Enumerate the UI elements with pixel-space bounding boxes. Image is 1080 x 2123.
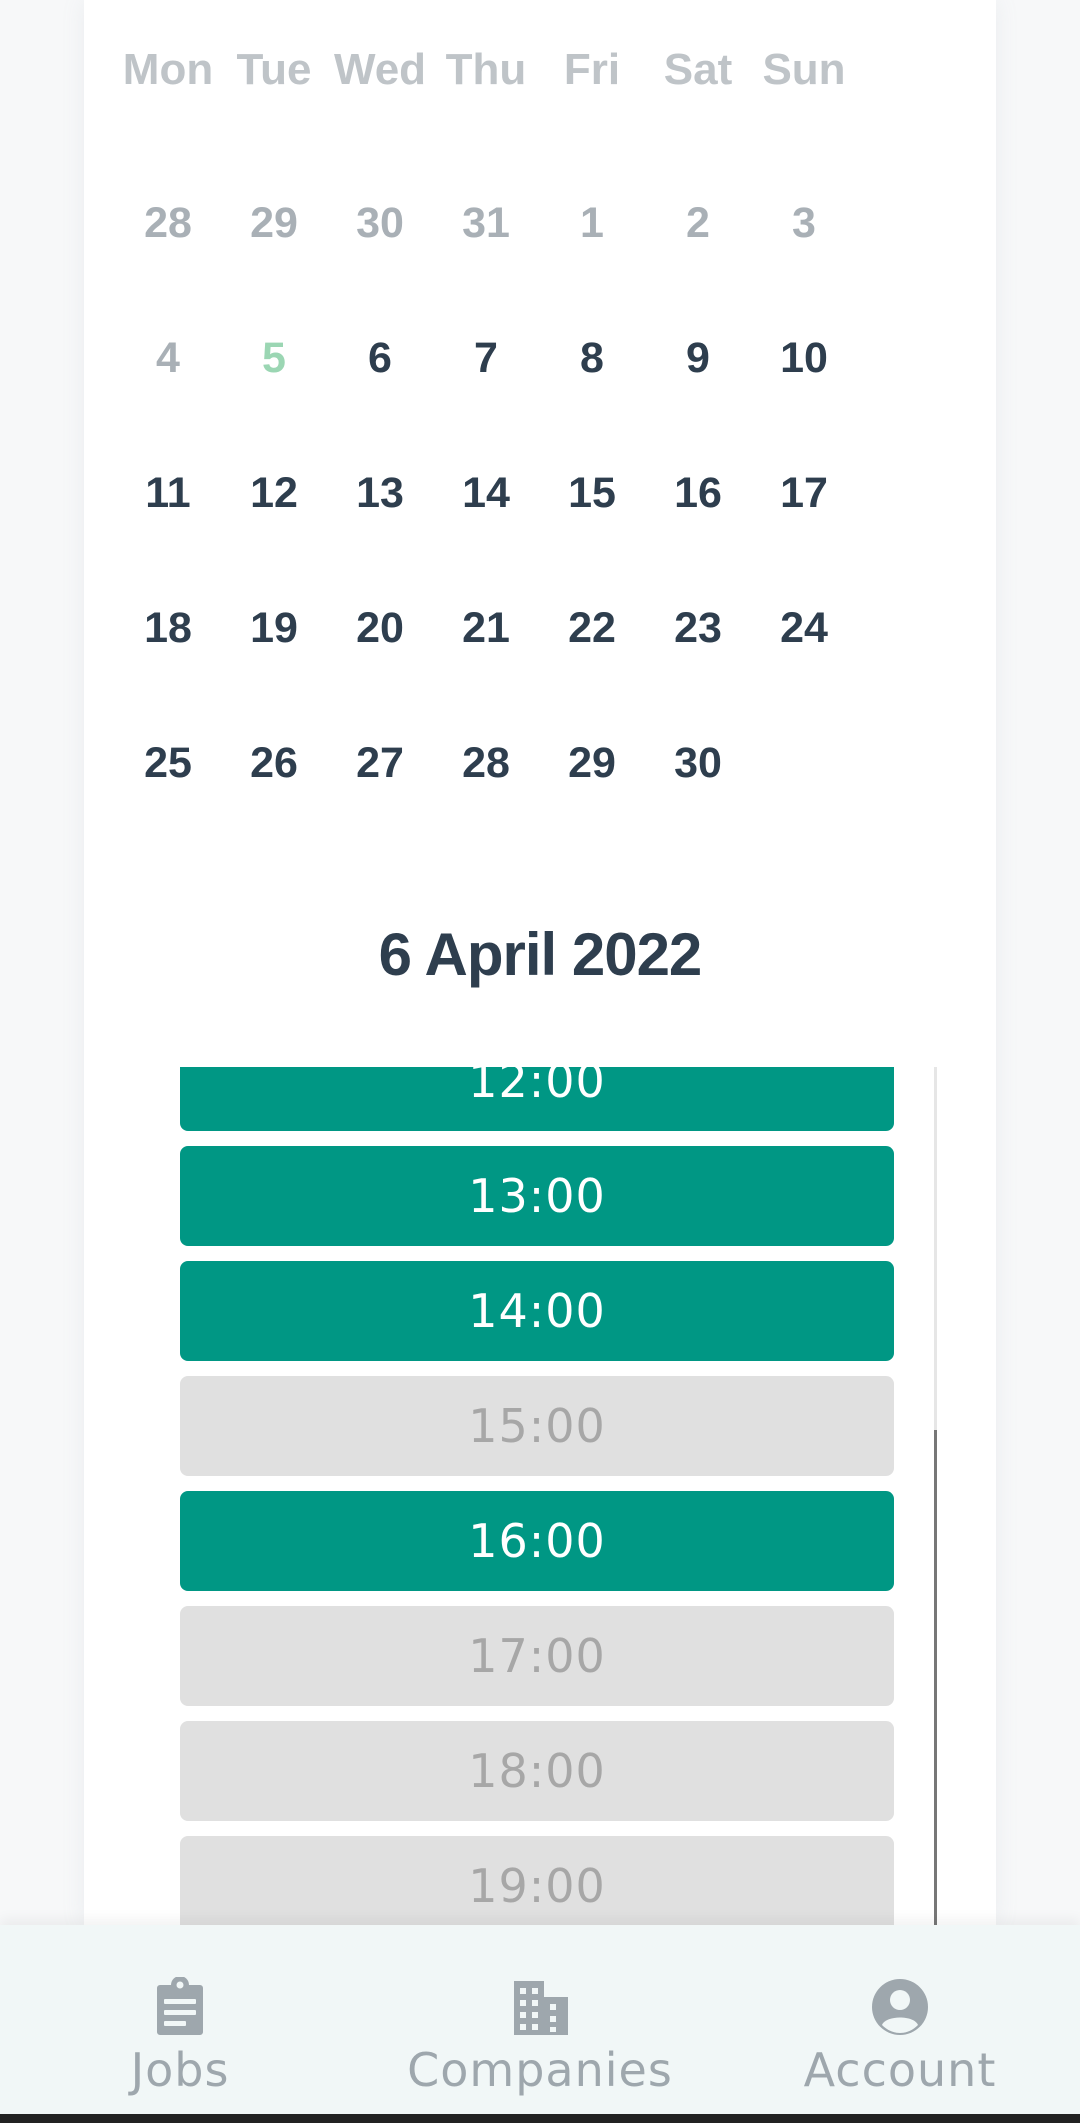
time-slot-button[interactable]: 13:00 <box>180 1146 894 1246</box>
calendar-day[interactable]: 24 <box>751 588 857 668</box>
time-slot-button[interactable]: 14:00 <box>180 1261 894 1361</box>
calendar-day[interactable]: 14 <box>433 453 539 533</box>
weekday-thu: Thu <box>445 45 527 94</box>
weekday-header: Mon Tue Wed Thu Fri Sat Sun <box>115 30 857 110</box>
bottom-navigation: Jobs Companies Account <box>0 1925 1080 2114</box>
calendar-day-today: 5 <box>262 334 286 382</box>
time-slot-button[interactable]: 16:00 <box>180 1491 894 1591</box>
system-navigation-bar <box>0 2114 1080 2123</box>
calendar-day[interactable]: 25 <box>115 723 221 803</box>
calendar-day[interactable]: 12 <box>221 453 327 533</box>
selected-date-heading: 6 April 2022 <box>378 921 703 988</box>
calendar-day[interactable]: 11 <box>115 453 221 533</box>
building-icon <box>514 1981 568 2035</box>
account-circle-icon <box>872 1979 928 2035</box>
calendar-day[interactable]: 19 <box>221 588 327 668</box>
calendar-day: 30 <box>356 199 404 247</box>
calendar-day[interactable]: 29 <box>539 723 645 803</box>
calendar-week-1: 28 29 30 31 1 2 3 <box>115 183 857 263</box>
calendar-day[interactable]: 8 <box>539 318 645 398</box>
calendar-day[interactable]: 18 <box>115 588 221 668</box>
calendar-week-2: 4 5 6 7 8 9 10 <box>115 318 857 398</box>
nav-item-account[interactable]: Account <box>780 1925 1020 2114</box>
nav-label-companies: Companies <box>407 2043 673 2097</box>
calendar-day[interactable]: 17 <box>751 453 857 533</box>
nav-label-account: Account <box>803 2043 997 2097</box>
calendar-day: 1 <box>580 199 604 247</box>
calendar-day: 4 <box>156 334 180 382</box>
calendar-day[interactable]: 30 <box>645 723 751 803</box>
calendar-day: 2 <box>686 199 710 247</box>
calendar-day[interactable]: 6 <box>327 318 433 398</box>
weekday-sat: Sat <box>663 45 733 94</box>
time-slot-button-disabled: 19:00 <box>180 1836 894 1925</box>
calendar-day[interactable]: 21 <box>433 588 539 668</box>
weekday-wed: Wed <box>333 45 427 94</box>
nav-item-jobs[interactable]: Jobs <box>60 1925 300 2114</box>
time-slot-button-disabled: 15:00 <box>180 1376 894 1476</box>
calendar-day[interactable]: 7 <box>433 318 539 398</box>
clipboard-icon <box>157 1977 203 2035</box>
calendar-day[interactable]: 10 <box>751 318 857 398</box>
time-slot-button-disabled: 18:00 <box>180 1721 894 1821</box>
calendar-day[interactable]: 23 <box>645 588 751 668</box>
calendar-day[interactable]: 27 <box>327 723 433 803</box>
weekday-fri: Fri <box>563 45 621 94</box>
calendar-day[interactable]: 13 <box>327 453 433 533</box>
calendar-week-5: 25 26 27 28 29 30 <box>115 723 857 803</box>
calendar-day[interactable]: 26 <box>221 723 327 803</box>
calendar-day[interactable]: 28 <box>433 723 539 803</box>
calendar-day: 31 <box>462 199 510 247</box>
calendar-day: 3 <box>792 199 816 247</box>
nav-label-jobs: Jobs <box>130 2043 230 2097</box>
calendar-day-empty <box>751 723 857 803</box>
weekday-mon: Mon <box>122 45 214 94</box>
time-slot-list[interactable]: 12:00 13:00 14:00 15:00 16:00 17:00 18:0… <box>180 1067 940 1925</box>
calendar-day[interactable]: 20 <box>327 588 433 668</box>
weekday-tue: Tue <box>236 45 312 94</box>
nav-item-companies[interactable]: Companies <box>390 1925 690 2114</box>
calendar-day: 28 <box>144 199 192 247</box>
weekday-sun: Sun <box>762 45 846 94</box>
calendar-day: 29 <box>250 199 298 247</box>
calendar-day[interactable]: 9 <box>645 318 751 398</box>
time-slot-button[interactable]: 12:00 <box>180 1067 894 1131</box>
calendar-week-3: 11 12 13 14 15 16 17 <box>115 453 857 533</box>
calendar-day[interactable]: 16 <box>645 453 751 533</box>
calendar-day[interactable]: 22 <box>539 588 645 668</box>
scrollbar-thumb[interactable] <box>934 1430 937 1925</box>
calendar-week-4: 18 19 20 21 22 23 24 <box>115 588 857 668</box>
time-slot-button-disabled: 17:00 <box>180 1606 894 1706</box>
calendar-day[interactable]: 15 <box>539 453 645 533</box>
